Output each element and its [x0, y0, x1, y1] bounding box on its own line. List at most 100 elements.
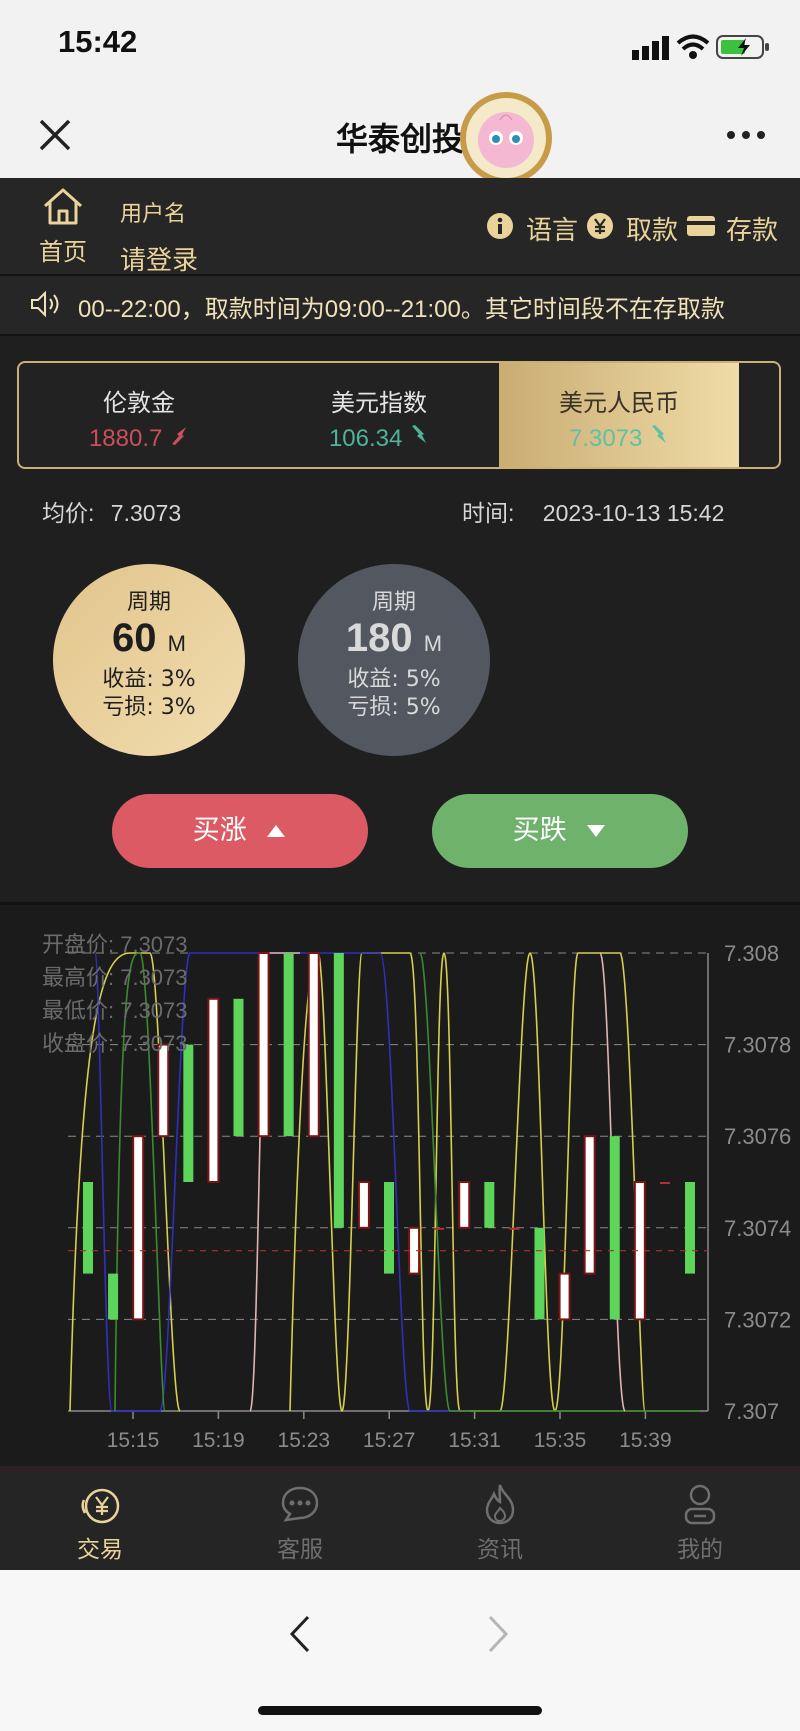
- y-tick-label: 7.3078: [724, 1033, 791, 1058]
- withdraw-label: 取款: [626, 216, 679, 246]
- home-label: 首页: [39, 238, 87, 266]
- period-loss: 亏损: 3%: [102, 695, 196, 720]
- username-label: 用户名: [120, 202, 187, 227]
- avg-label: 均价:: [42, 500, 95, 526]
- buy-up-label: 买涨: [192, 815, 247, 846]
- page-title: 华泰创投: [335, 120, 464, 158]
- more-options-icon[interactable]: [726, 130, 766, 140]
- y-tick-label: 7.3074: [724, 1216, 791, 1241]
- period-option-60[interactable]: 周期 60 M 收益: 3% 亏损: 3%: [53, 564, 245, 756]
- triangle-up-icon: [267, 825, 286, 837]
- y-tick-label: 7.3072: [724, 1307, 791, 1332]
- x-tick-label: 15:15: [107, 1429, 160, 1452]
- candle: [609, 1136, 620, 1320]
- buy-down-label: 买跌: [512, 815, 567, 846]
- candle: [685, 1182, 695, 1274]
- home-indicator: [258, 1706, 542, 1715]
- back-icon[interactable]: [288, 1614, 312, 1654]
- user-icon: [684, 1484, 716, 1525]
- tab-usd-index[interactable]: 美元指数 106.34: [259, 363, 499, 467]
- x-tick-label: 15:27: [363, 1429, 416, 1452]
- period-profit: 收益: 5%: [347, 667, 441, 692]
- candle: [233, 998, 244, 1137]
- deposit-label: 存款: [726, 216, 779, 246]
- nav-news[interactable]: 资讯: [400, 1466, 600, 1570]
- candle: [207, 997, 220, 1183]
- period-profit: 收益: 3%: [102, 667, 196, 692]
- buy-up-button[interactable]: 买涨: [112, 794, 368, 868]
- candle: [583, 1135, 596, 1275]
- title-bar: 华泰创投: [0, 92, 800, 184]
- wallet-icon: [687, 216, 715, 236]
- yen-circle-icon: [81, 1488, 120, 1524]
- tab-name: 伦敦金: [103, 389, 175, 417]
- avg-value: 7.3073: [110, 500, 182, 526]
- status-bar: 15:42: [0, 0, 800, 92]
- notice-text: 00--22:00，取款时间为09:00--21:00。其它时间段不在存取款: [78, 296, 725, 323]
- buy-down-button[interactable]: 买跌: [432, 794, 688, 868]
- tab-price: 106.34: [328, 425, 403, 452]
- login-link[interactable]: 请登录: [120, 240, 198, 277]
- candle: [558, 1272, 571, 1321]
- nav-label: 我的: [677, 1537, 723, 1563]
- candle: [509, 1227, 520, 1230]
- bottom-tab-bar: 交易 客服 资讯 我的: [0, 1466, 800, 1570]
- time-value: 2023-10-13 15:42: [542, 500, 725, 526]
- candle: [384, 1182, 394, 1274]
- candle: [183, 1044, 194, 1182]
- tab-name: 美元人民币: [559, 389, 679, 417]
- language-label: 语言: [526, 216, 579, 246]
- y-tick-label: 7.308: [724, 941, 779, 966]
- nav-trade[interactable]: 交易: [0, 1466, 200, 1570]
- forward-icon[interactable]: [486, 1614, 510, 1654]
- home-button[interactable]: 首页: [30, 186, 96, 267]
- candle: [659, 1182, 670, 1184]
- wifi-icon: [676, 34, 710, 59]
- candle: [458, 1181, 471, 1229]
- close-price: 收盘价: 7.3073: [42, 1031, 188, 1056]
- tab-london-gold[interactable]: 伦敦金 1880.7: [19, 363, 259, 467]
- x-tick-label: 15:39: [619, 1429, 672, 1452]
- nav-label: 交易: [77, 1537, 123, 1563]
- ohlc-readout: 开盘价: 7.3073 最高价: 7.3073 最低价: 7.3073 收盘价:…: [42, 928, 188, 1060]
- cellular-signal-icon: [632, 36, 669, 60]
- x-tick-label: 15:35: [534, 1429, 587, 1452]
- low-price: 最低价: 7.3073: [42, 998, 188, 1023]
- triangle-down-icon: [587, 825, 606, 837]
- home-icon: [44, 188, 82, 225]
- period-unit: M: [423, 631, 443, 656]
- open-price: 开盘价: 7.3073: [42, 932, 188, 957]
- candle: [108, 1273, 119, 1320]
- status-time: 15:42: [58, 24, 138, 59]
- period-option-180[interactable]: 周期 180 M 收益: 5% 亏损: 5%: [298, 564, 490, 756]
- nav-profile[interactable]: 我的: [600, 1466, 800, 1570]
- notice-marquee: 00--22:00，取款时间为09:00--21:00。其它时间段不在存取款: [0, 274, 800, 336]
- trend-up-icon: [172, 427, 187, 445]
- period-value: 60: [112, 616, 157, 660]
- candle: [83, 1182, 93, 1274]
- candle: [534, 1227, 545, 1320]
- x-tick-label: 15:23: [278, 1429, 331, 1452]
- flame-icon: [485, 1484, 515, 1525]
- current-time: 时间: 2023-10-13 15:42: [462, 494, 724, 528]
- chat-icon: [281, 1486, 319, 1522]
- candle: [484, 1182, 495, 1228]
- nav-label: 客服: [277, 1537, 323, 1563]
- candle: [333, 953, 344, 1228]
- candle: [283, 953, 294, 1137]
- info-icon: [487, 213, 513, 239]
- speaker-icon: [31, 290, 59, 318]
- x-tick-label: 15:31: [448, 1429, 501, 1452]
- symbol-tabs: 伦敦金 1880.7 美元指数 106.34 美元人民币 7.3073: [17, 361, 781, 469]
- y-tick-label: 7.307: [724, 1399, 779, 1424]
- candle: [257, 952, 270, 1138]
- average-price: 均价: 7.3073: [42, 494, 181, 528]
- tab-name: 美元指数: [331, 389, 427, 417]
- period-unit: M: [167, 631, 186, 656]
- tab-usd-cny[interactable]: 美元人民币 7.3073: [499, 363, 739, 467]
- x-tick-label: 15:19: [192, 1429, 245, 1452]
- nav-support[interactable]: 客服: [200, 1466, 400, 1570]
- trend-down-icon: [412, 425, 427, 443]
- y-tick-label: 7.3076: [724, 1124, 791, 1149]
- period-label: 周期: [126, 590, 171, 615]
